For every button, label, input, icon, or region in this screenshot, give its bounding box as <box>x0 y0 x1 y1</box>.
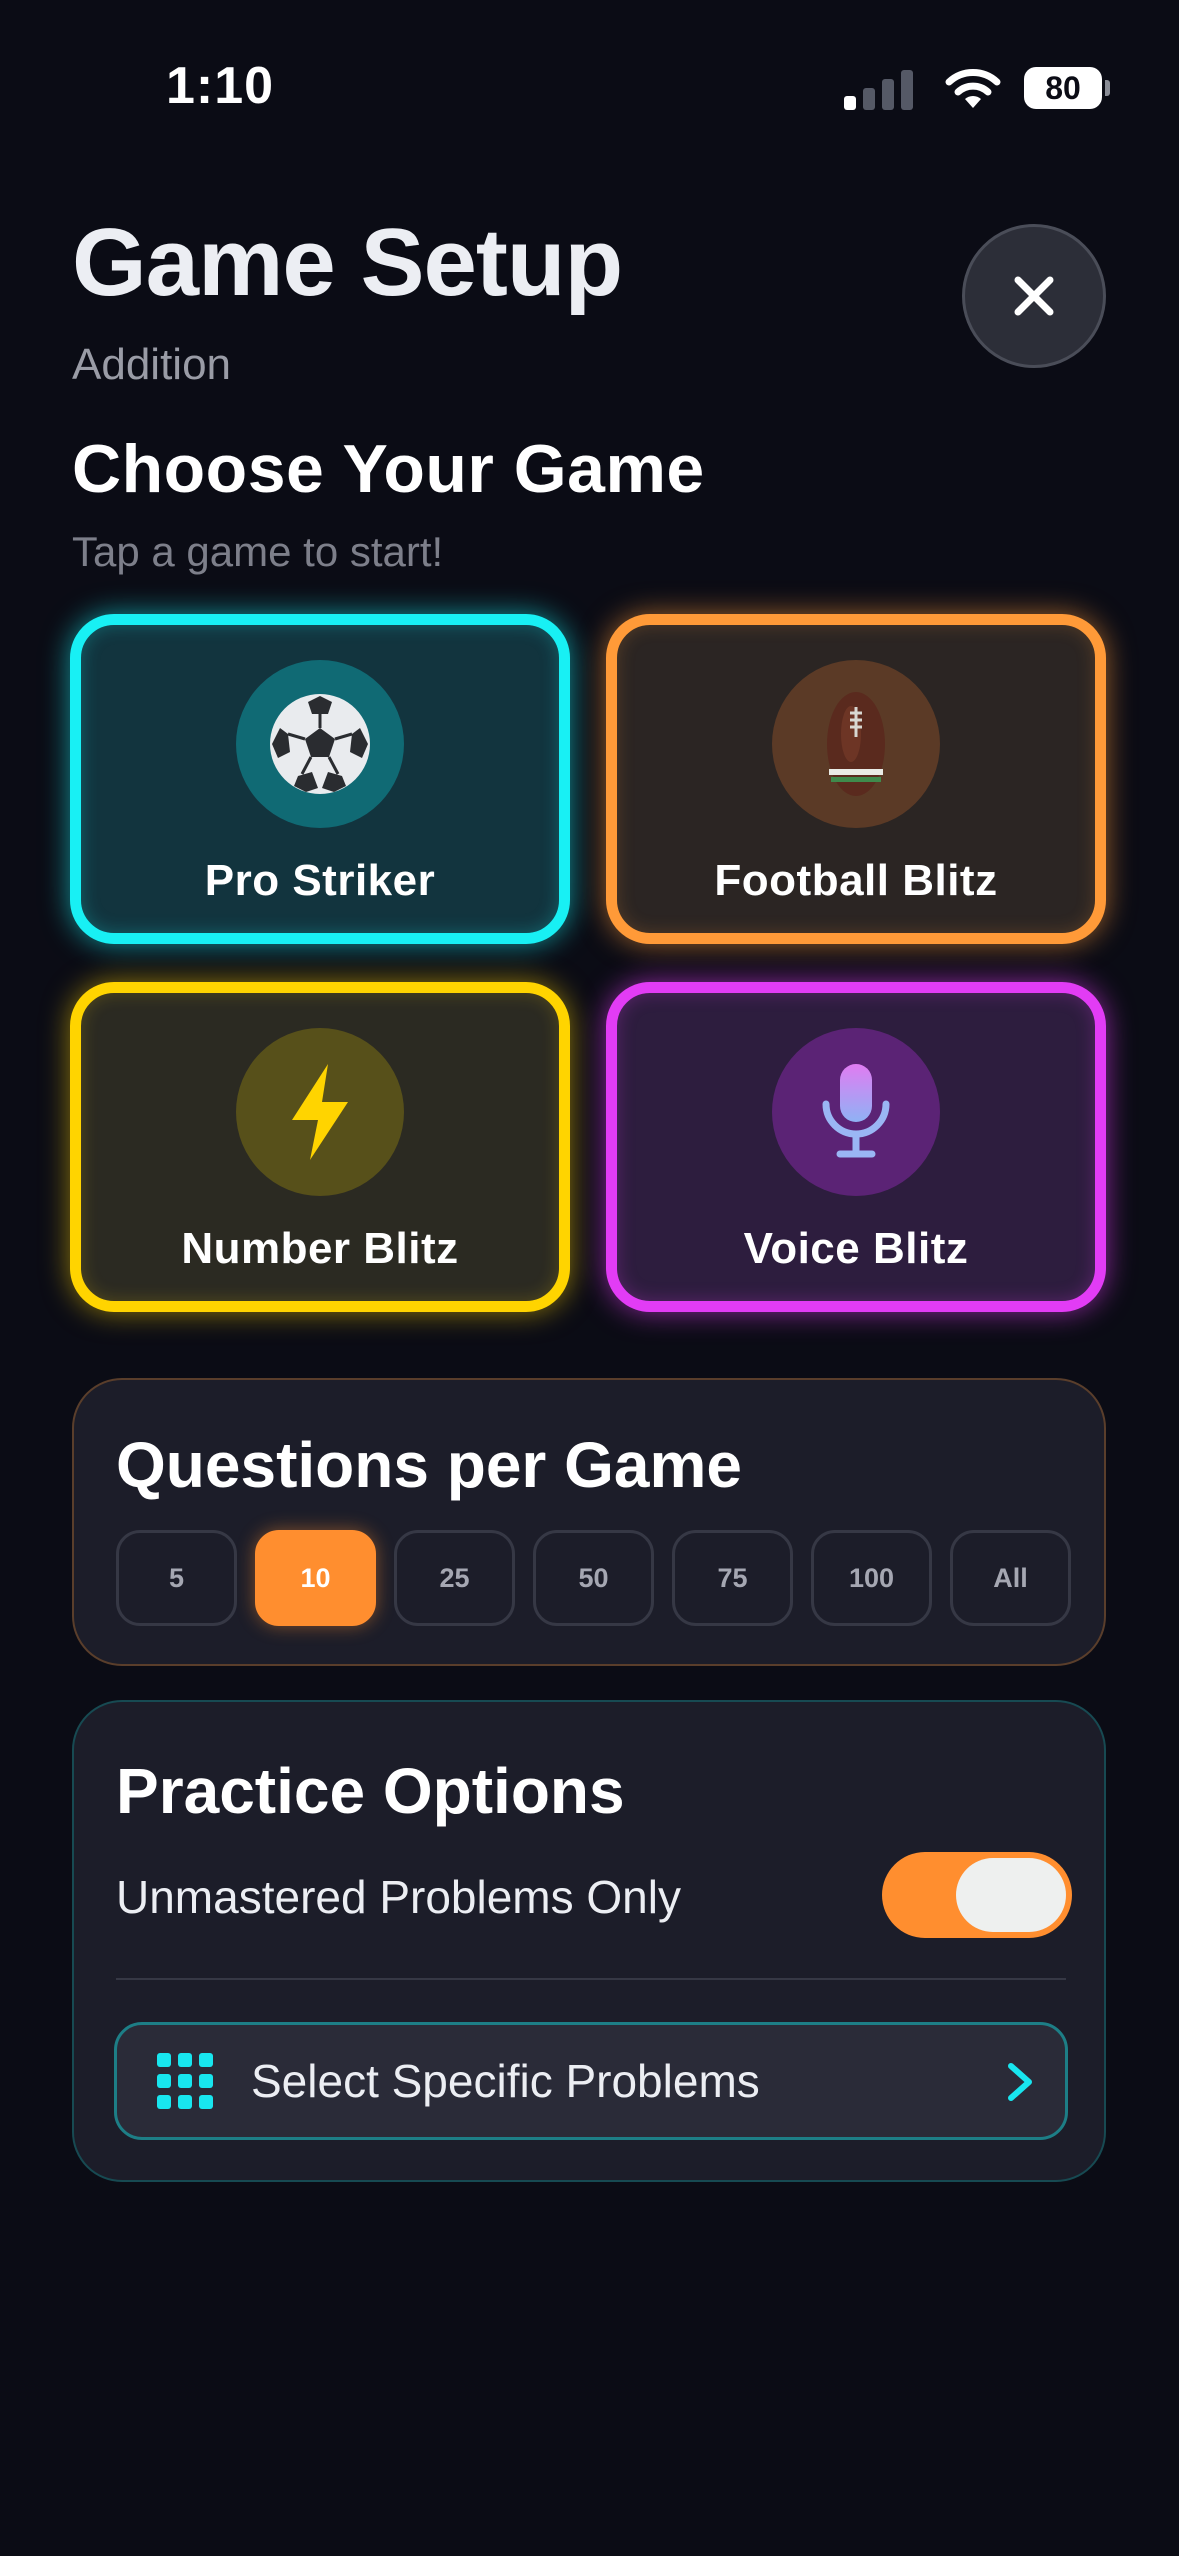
toggle-knob <box>956 1858 1066 1932</box>
game-label: Football Blitz <box>714 856 998 905</box>
battery-icon: 80 <box>1024 67 1110 109</box>
grid-icon <box>157 2053 213 2109</box>
game-label: Number Blitz <box>181 1224 459 1273</box>
practice-options-panel: Practice Options Unmastered Problems Onl… <box>72 1700 1106 2182</box>
wifi-icon <box>945 69 1001 108</box>
soccer-ball-icon <box>270 694 370 794</box>
close-button[interactable] <box>962 224 1106 368</box>
status-time: 1:10 <box>166 57 275 115</box>
status-icons: 80 <box>844 60 1110 116</box>
unmastered-only-toggle[interactable] <box>882 1852 1072 1938</box>
question-count-10[interactable]: 10 <box>255 1530 376 1626</box>
game-card-pro-striker[interactable]: Pro Striker <box>70 614 570 944</box>
lightning-bolt-icon <box>292 1064 348 1160</box>
close-icon <box>1014 276 1054 316</box>
question-count-100[interactable]: 100 <box>811 1530 932 1626</box>
game-label: Pro Striker <box>204 856 436 905</box>
question-count-options: 5 10 25 50 75 100 All <box>116 1530 1071 1626</box>
page-title: Game Setup <box>72 209 623 316</box>
chevron-right-icon <box>1008 2063 1032 2101</box>
divider <box>116 1978 1066 1980</box>
question-count-5[interactable]: 5 <box>116 1530 237 1626</box>
game-card-voice-blitz[interactable]: Voice Blitz <box>606 982 1106 1312</box>
select-specific-problems-label: Select Specific Problems <box>251 2055 760 2107</box>
questions-title: Questions per Game <box>116 1429 742 1501</box>
game-label: Voice Blitz <box>743 1224 969 1273</box>
select-specific-problems-button[interactable]: Select Specific Problems <box>114 2022 1068 2140</box>
microphone-icon <box>822 1064 890 1158</box>
game-setup-screen: 1:10 80 Game Setup Addition Choose Your … <box>0 0 1179 2556</box>
questions-per-game-panel: Questions per Game 5 10 25 50 75 100 All <box>72 1378 1106 1666</box>
unmastered-only-label: Unmastered Problems Only <box>116 1871 681 1923</box>
battery-level: 80 <box>1045 69 1081 106</box>
game-card-football-blitz[interactable]: Football Blitz <box>606 614 1106 944</box>
choose-game-title: Choose Your Game <box>72 431 705 507</box>
american-football-icon <box>827 692 885 796</box>
question-count-25[interactable]: 25 <box>394 1530 515 1626</box>
choose-game-hint: Tap a game to start! <box>72 528 444 575</box>
question-count-75[interactable]: 75 <box>672 1530 793 1626</box>
question-count-all[interactable]: All <box>950 1530 1071 1626</box>
game-card-number-blitz[interactable]: Number Blitz <box>70 982 570 1312</box>
page-subtitle: Addition <box>72 340 232 389</box>
question-count-50[interactable]: 50 <box>533 1530 654 1626</box>
practice-options-title: Practice Options <box>116 1755 625 1827</box>
cellular-signal-icon <box>844 66 920 110</box>
